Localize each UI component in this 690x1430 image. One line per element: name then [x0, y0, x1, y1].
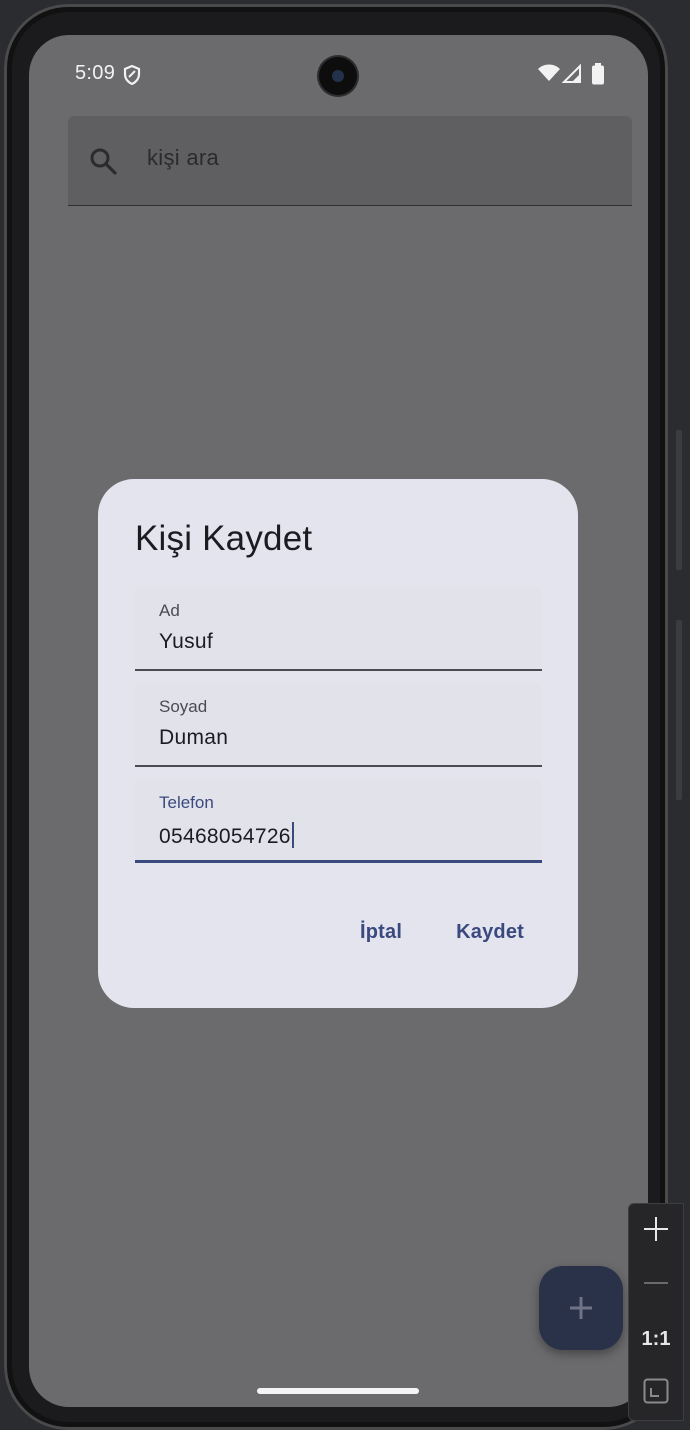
front-camera [319, 57, 357, 95]
plus-icon [642, 1215, 670, 1248]
minus-icon [642, 1269, 670, 1302]
search-bar[interactable]: kişi ara [68, 116, 632, 206]
last-name-input[interactable]: Duman [159, 726, 228, 750]
actual-size-button[interactable]: 1:1 [629, 1312, 683, 1366]
phone-screen: 5:09 kişi ara Kişi Kaydet Ad Yusuf Soyad… [29, 35, 648, 1407]
actual-size-label: 1:1 [641, 1327, 671, 1350]
search-icon [89, 147, 117, 180]
add-contact-button[interactable] [539, 1266, 623, 1350]
dialog-title: Kişi Kaydet [135, 519, 313, 558]
phone-input-wrap[interactable]: 05468054726 [159, 822, 294, 849]
phone-input[interactable]: 05468054726 [159, 825, 291, 848]
search-input[interactable]: kişi ara [147, 145, 219, 171]
plus-icon [567, 1294, 595, 1327]
save-button[interactable]: Kaydet [456, 921, 524, 944]
phone-field[interactable]: Telefon 05468054726 [135, 779, 542, 863]
signal-icon [561, 63, 582, 89]
fit-screen-button[interactable] [629, 1366, 683, 1420]
power-button [676, 430, 682, 570]
first-name-label: Ad [159, 601, 180, 620]
zoom-in-button[interactable] [629, 1204, 683, 1258]
fit-screen-icon [643, 1378, 669, 1409]
phone-label: Telefon [159, 793, 214, 812]
text-cursor [291, 822, 294, 848]
zoom-out-button[interactable] [629, 1258, 683, 1312]
last-name-label: Soyad [159, 697, 208, 716]
dialog-actions: İptal Kaydet [360, 921, 524, 944]
battery-icon [591, 63, 605, 90]
status-time: 5:09 [75, 62, 116, 84]
home-indicator[interactable] [257, 1388, 419, 1394]
shield-icon [123, 64, 141, 90]
first-name-input[interactable]: Yusuf [159, 630, 213, 654]
first-name-field[interactable]: Ad Yusuf [135, 587, 542, 671]
wifi-icon [537, 63, 561, 88]
status-bar: 5:09 [29, 35, 648, 115]
cancel-button[interactable]: İptal [360, 921, 402, 944]
save-contact-dialog: Kişi Kaydet Ad Yusuf Soyad Duman Telefon… [98, 479, 578, 1008]
volume-button [676, 620, 682, 800]
emulator-zoom-controls: 1:1 [628, 1203, 684, 1421]
last-name-field[interactable]: Soyad Duman [135, 683, 542, 767]
